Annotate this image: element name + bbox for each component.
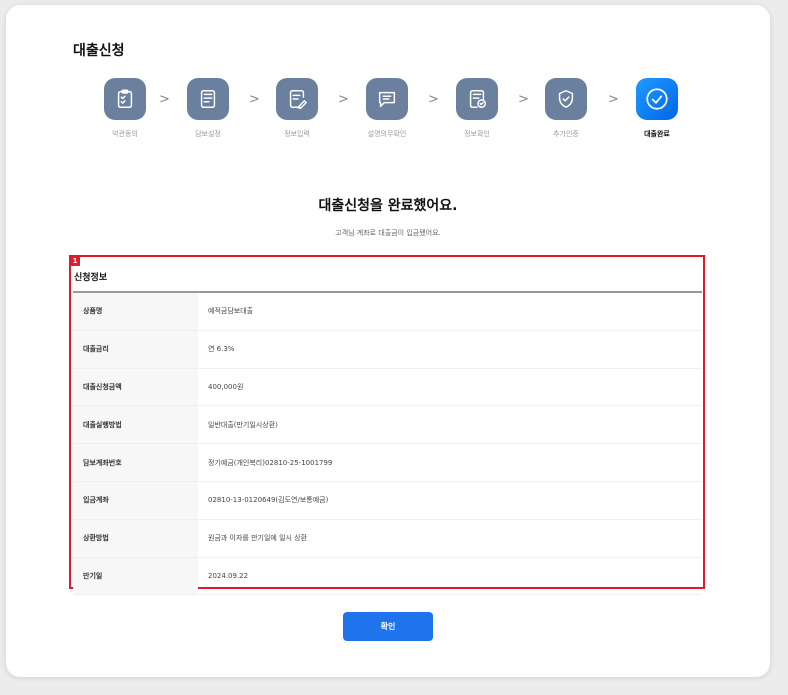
row-key: 대출실행방법: [73, 406, 198, 444]
step-info-confirm: 정보확인: [442, 78, 512, 139]
table-row: 만기일 2024.09.22: [73, 557, 702, 596]
document-verified-icon: [456, 78, 498, 120]
row-key: 상환방법: [73, 519, 198, 557]
row-value: 원금과 이자를 만기일에 일시 상환: [208, 534, 308, 543]
step-additional-auth: 추가인증: [531, 78, 601, 139]
chevron-right-icon: >: [608, 92, 619, 107]
chat-message-icon: [366, 78, 408, 120]
step-label: 대출완료: [644, 130, 670, 138]
chevron-right-icon: >: [518, 92, 529, 107]
row-key: 만기일: [73, 557, 198, 595]
row-key: 대출신청금액: [73, 368, 198, 406]
step-label: 담보설정: [195, 130, 221, 138]
row-key: 대출금리: [73, 330, 198, 368]
table-row: 상환방법 원금과 이자를 만기일에 일시 상환: [73, 519, 702, 558]
check-circle-icon: [636, 78, 678, 120]
table-row: 대출신청금액 400,000원: [73, 368, 702, 407]
step-terms-agreement: 약관동의: [90, 78, 160, 139]
completion-title: 대출신청을 완료했어요.: [318, 198, 458, 214]
chevron-right-icon: >: [249, 92, 260, 107]
row-value: 02810-13-0120649(김도연/보통예금): [208, 496, 329, 505]
step-collateral: 담보설정: [173, 78, 243, 139]
shield-check-icon: [545, 78, 587, 120]
row-value: 2024.09.22: [208, 571, 249, 580]
step-label: 정보확인: [464, 130, 490, 138]
chevron-right-icon: >: [338, 92, 349, 107]
confirm-button[interactable]: 확인: [343, 612, 433, 641]
step-label: 약관동의: [112, 130, 138, 138]
chevron-right-icon: >: [428, 92, 439, 107]
row-value: 400,000원: [208, 382, 244, 391]
table-row: 상품명 예적금담보대출: [73, 293, 702, 331]
row-key: 담보계좌번호: [73, 444, 198, 481]
progress-steps: 약관동의 > 담보설정 > 정보입력 > 설명의무확인 > 정보확인 > 추가인…: [90, 78, 690, 148]
step-loan-complete: 대출완료: [622, 78, 692, 139]
annotation-badge: 1: [70, 256, 80, 266]
section-title: 신청정보: [74, 273, 108, 283]
chevron-right-icon: >: [159, 92, 170, 107]
document-edit-icon: [276, 78, 318, 120]
row-value: 정기예금(개인복리)02810-25-1001799: [208, 458, 333, 467]
row-key: 입금계좌: [73, 481, 198, 519]
document-icon: [187, 78, 229, 120]
step-explanation-confirm: 설명의무확인: [352, 78, 422, 139]
table-row: 대출금리 연 6.3%: [73, 330, 702, 369]
clipboard-check-icon: [104, 78, 146, 120]
step-info-input: 정보입력: [262, 78, 332, 139]
page-title: 대출신청: [73, 43, 125, 59]
row-value: 일반대출(만기일시상환): [208, 420, 278, 429]
row-value: 예적금담보대출: [208, 307, 254, 316]
table-row: 담보계좌번호 정기예금(개인복리)02810-25-1001799: [73, 444, 702, 482]
step-label: 정보입력: [284, 130, 310, 138]
step-label: 설명의무확인: [367, 130, 407, 138]
table-row: 대출실행방법 일반대출(만기일시상환): [73, 406, 702, 445]
completion-subtitle: 고객님 계좌로 대출금이 입금됐어요.: [335, 229, 441, 237]
row-value: 연 6.3%: [208, 345, 235, 354]
row-key: 상품명: [73, 293, 198, 330]
info-table: 상품명 예적금담보대출 대출금리 연 6.3% 대출신청금액 400,000원 …: [73, 291, 702, 596]
step-label: 추가인증: [553, 130, 579, 138]
table-row: 입금계좌 02810-13-0120649(김도연/보통예금): [73, 481, 702, 520]
